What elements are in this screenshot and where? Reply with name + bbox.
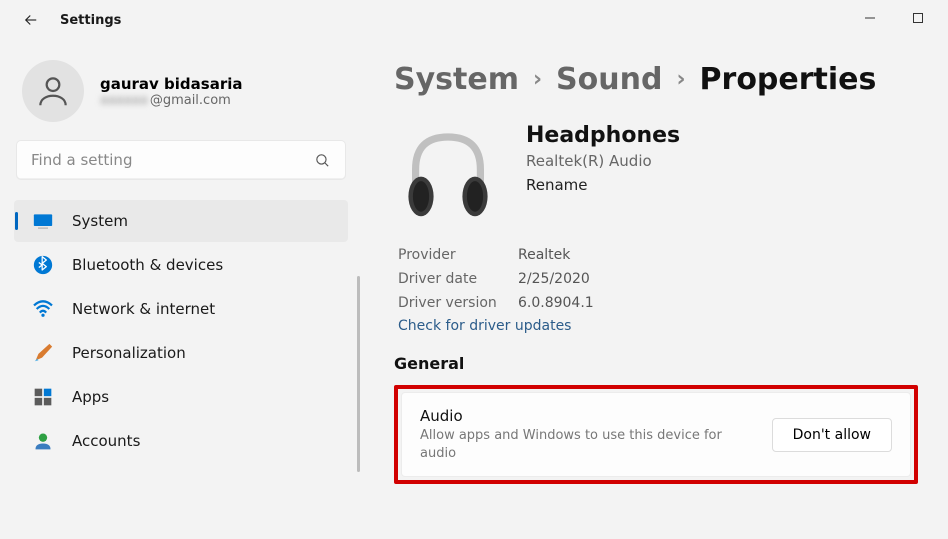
breadcrumb-current: Properties (700, 62, 877, 97)
profile-name: gaurav bidasaria (100, 75, 243, 93)
breadcrumb-system[interactable]: System (394, 62, 519, 97)
sidebar-item-label: Personalization (72, 344, 186, 362)
window-title: Settings (60, 13, 121, 28)
sidebar-item-bluetooth[interactable]: Bluetooth & devices (14, 244, 348, 286)
sidebar-item-personalization[interactable]: Personalization (14, 332, 348, 374)
audio-description: Allow apps and Windows to use this devic… (420, 427, 754, 462)
profile-email: aaaaaa@gmail.com (100, 93, 243, 108)
sidebar-item-label: Accounts (72, 432, 140, 450)
chevron-right-icon: › (533, 67, 542, 92)
highlight-box: Audio Allow apps and Windows to use this… (394, 385, 918, 484)
account-icon (32, 430, 54, 452)
nav: System Bluetooth & devices Network & int… (8, 200, 354, 462)
apps-icon (32, 386, 54, 408)
search-icon (314, 152, 331, 169)
driver-version-label: Driver version (398, 291, 518, 315)
avatar (22, 60, 84, 122)
provider-value: Realtek (518, 243, 570, 267)
back-button[interactable] (16, 5, 46, 35)
wifi-icon (32, 298, 54, 320)
driver-date-label: Driver date (398, 267, 518, 291)
sidebar-item-system[interactable]: System (14, 200, 348, 242)
driver-version-value: 6.0.8904.1 (518, 291, 594, 315)
device-name: Headphones (526, 123, 680, 148)
person-icon (34, 72, 72, 110)
scrollbar[interactable] (357, 276, 360, 472)
device-subtitle: Realtek(R) Audio (526, 152, 680, 170)
minimize-icon (864, 12, 876, 24)
rename-button[interactable]: Rename (526, 176, 680, 194)
sidebar-item-label: Network & internet (72, 300, 215, 318)
dont-allow-button[interactable]: Don't allow (772, 418, 892, 452)
check-updates-link[interactable]: Check for driver updates (398, 318, 571, 334)
audio-card: Audio Allow apps and Windows to use this… (401, 392, 911, 477)
breadcrumb: System › Sound › Properties (394, 62, 918, 97)
sidebar-item-network[interactable]: Network & internet (14, 288, 348, 330)
breadcrumb-sound[interactable]: Sound (556, 62, 662, 97)
sidebar-item-label: Apps (72, 388, 109, 406)
sidebar-item-accounts[interactable]: Accounts (14, 420, 348, 462)
system-icon (32, 210, 54, 232)
sidebar-item-label: System (72, 212, 128, 230)
arrow-left-icon (22, 11, 40, 29)
sidebar-item-apps[interactable]: Apps (14, 376, 348, 418)
search-input[interactable] (31, 151, 314, 169)
brush-icon (32, 342, 54, 364)
sidebar-item-label: Bluetooth & devices (72, 256, 223, 274)
minimize-button[interactable] (856, 8, 884, 28)
profile-section[interactable]: gaurav bidasaria aaaaaa@gmail.com (8, 50, 354, 140)
driver-date-value: 2/25/2020 (518, 267, 590, 291)
provider-label: Provider (398, 243, 518, 267)
maximize-button[interactable] (904, 8, 932, 28)
general-heading: General (394, 354, 918, 373)
search-input-wrapper[interactable] (16, 140, 346, 180)
maximize-icon (912, 12, 924, 24)
bluetooth-icon (32, 254, 54, 276)
chevron-right-icon: › (676, 67, 685, 92)
audio-title: Audio (420, 407, 754, 425)
headphones-icon (394, 119, 502, 227)
